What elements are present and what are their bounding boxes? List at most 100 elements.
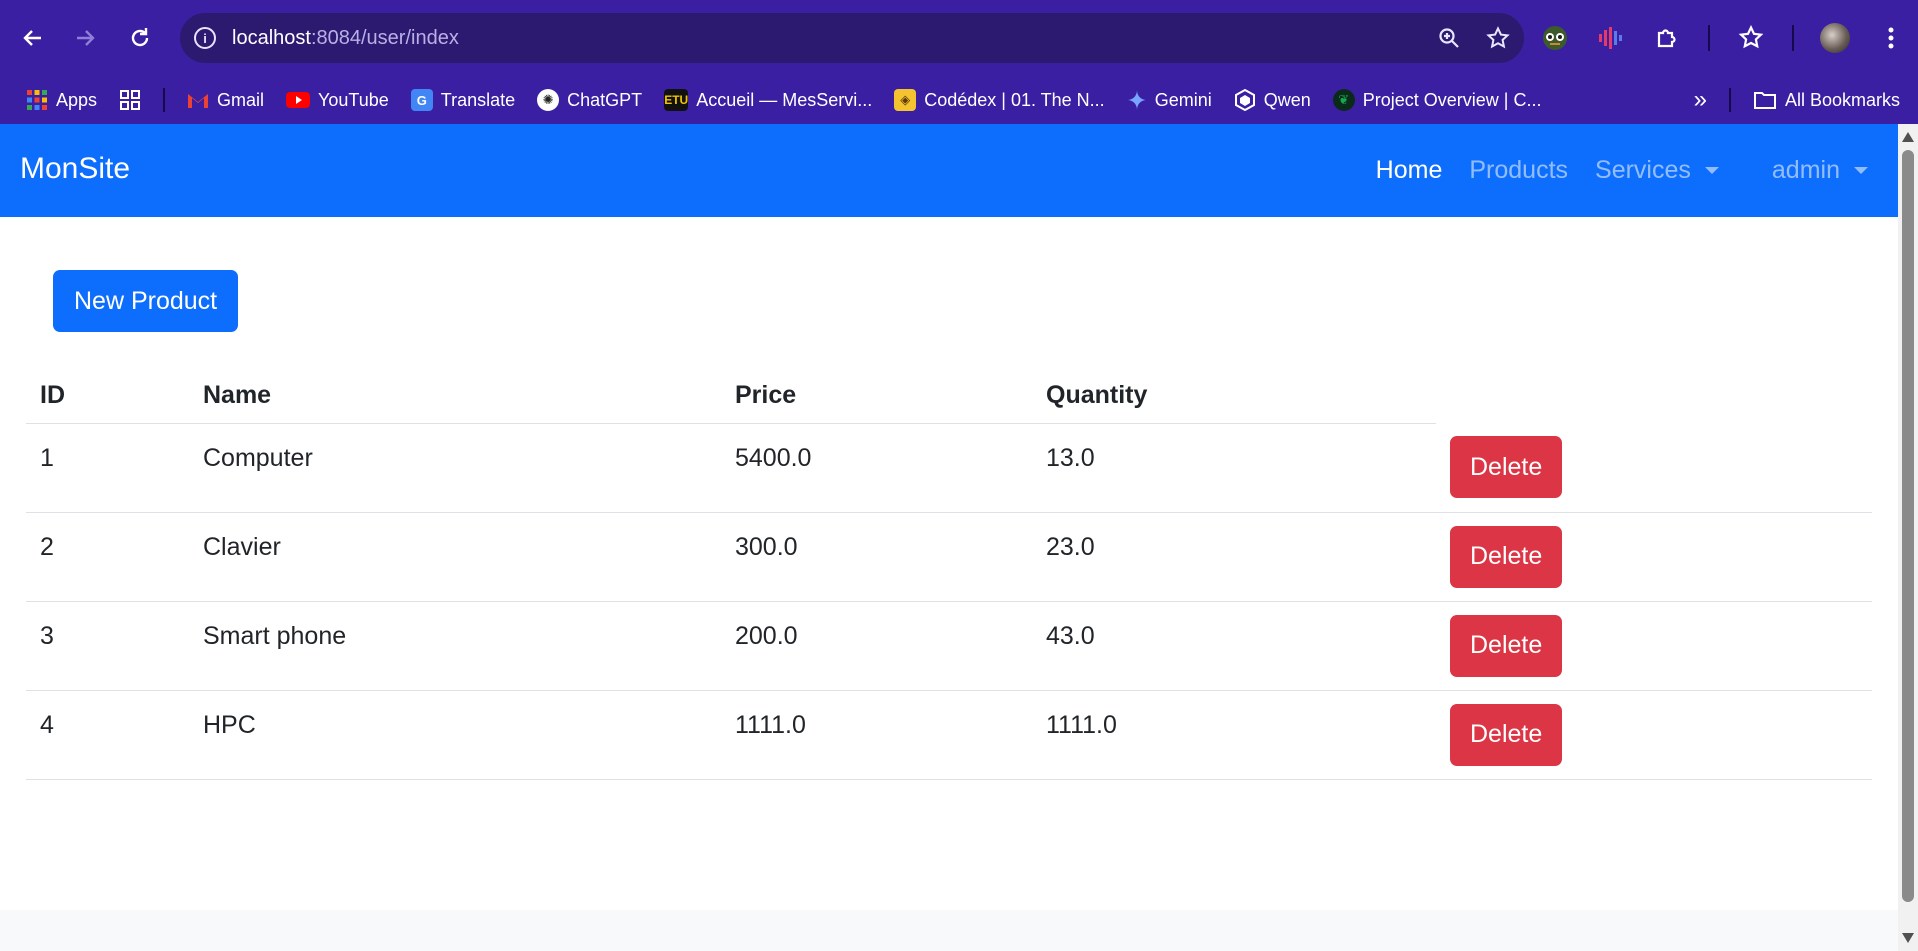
column-header-actions	[1436, 368, 1872, 423]
reading-list-star-icon[interactable]	[1736, 23, 1766, 53]
column-header-name: Name	[189, 368, 721, 424]
qwen-icon	[1234, 89, 1255, 111]
delete-button[interactable]: Delete	[1450, 614, 1563, 677]
bookmark-chatgpt[interactable]: ✺ ChatGPT	[537, 89, 642, 111]
bookmark-label: ChatGPT	[567, 89, 643, 110]
bookmark-label: Project Overview | C...	[1362, 89, 1542, 110]
cell-quantity: 23.0	[1032, 512, 1436, 602]
browser-toolbar: i localhost:8084/user/index	[0, 0, 1918, 76]
bookmark-label: Translate	[440, 89, 516, 110]
bookmark-apps[interactable]: Apps	[26, 89, 97, 111]
navbar-brand[interactable]: MonSite	[20, 152, 130, 186]
nav-user-dropdown[interactable]: admin	[1772, 156, 1868, 185]
toolbar-separator	[1708, 25, 1710, 51]
nav-products[interactable]: Products	[1469, 156, 1568, 185]
bookmark-translate[interactable]: G Translate	[410, 89, 516, 111]
reload-button[interactable]	[122, 20, 158, 56]
cell-price: 200.0	[721, 601, 1032, 691]
url-host: localhost	[232, 26, 311, 49]
table-row: 2 Clavier 300.0 23.0 Delete	[26, 512, 1872, 602]
profile-avatar[interactable]	[1820, 23, 1850, 53]
bookmark-label: Qwen	[1263, 89, 1311, 110]
column-header-quantity: Quantity	[1032, 368, 1436, 424]
bookmark-codedex[interactable]: ◈ Codédex | 01. The N...	[894, 89, 1105, 111]
more-bookmarks-chevron-icon[interactable]: »	[1694, 86, 1707, 114]
bookmark-label: Codédex | 01. The N...	[924, 89, 1105, 110]
cell-name: Clavier	[189, 512, 721, 602]
extension-audio-icon[interactable]	[1596, 23, 1626, 53]
zoom-icon[interactable]	[1438, 27, 1460, 49]
bookmark-youtube[interactable]: YouTube	[286, 90, 389, 111]
apps-grid-icon	[27, 90, 47, 110]
bookmarks-separator	[1728, 88, 1731, 112]
bookmark-etu[interactable]: ETU Accueil — MesServi...	[664, 89, 872, 111]
gemini-icon	[1126, 90, 1147, 110]
cell-quantity: 43.0	[1032, 601, 1436, 691]
address-bar[interactable]: i localhost:8084/user/index	[180, 13, 1524, 63]
chatgpt-icon: ✺	[537, 89, 560, 111]
nav-user-label: admin	[1771, 156, 1840, 184]
cell-quantity: 13.0	[1032, 423, 1436, 513]
chevron-down-icon	[1854, 167, 1868, 174]
cell-price: 5400.0	[721, 423, 1032, 513]
bookmark-label: YouTube	[318, 89, 389, 110]
page-footer	[0, 910, 1898, 951]
toolbar-separator	[1792, 25, 1794, 51]
bookmark-gemini[interactable]: Gemini	[1126, 89, 1212, 111]
url-path: :8084/user/index	[310, 26, 459, 49]
etu-icon: ETU	[664, 89, 689, 111]
new-product-button[interactable]: New Product	[53, 270, 239, 332]
forward-arrow-icon	[77, 30, 95, 46]
table-row: 4 HPC 1111.0 1111.0 Delete	[26, 690, 1872, 780]
bookmark-label: Apps	[56, 89, 98, 110]
column-header-id: ID	[26, 368, 189, 424]
cell-price: 1111.0	[721, 690, 1032, 780]
scroll-up-icon[interactable]	[1902, 132, 1914, 142]
cell-actions: Delete	[1436, 690, 1872, 780]
cell-actions: Delete	[1436, 601, 1872, 691]
scroll-down-icon[interactable]	[1902, 933, 1914, 943]
page-scrollbar[interactable]	[1898, 124, 1918, 951]
forward-button[interactable]	[67, 20, 103, 56]
back-button[interactable]	[15, 20, 51, 56]
bookmark-project-overview[interactable]: ❦ Project Overview | C...	[1332, 89, 1542, 111]
scrollbar-thumb[interactable]	[1902, 150, 1914, 902]
nav-services-dropdown[interactable]: Services	[1595, 156, 1719, 185]
cell-id: 3	[26, 601, 189, 691]
delete-button[interactable]: Delete	[1450, 436, 1563, 498]
cell-actions: Delete	[1436, 423, 1872, 513]
translate-icon: G	[410, 89, 433, 111]
browser-menu-icon[interactable]	[1876, 23, 1906, 53]
reload-icon	[131, 28, 149, 47]
chevron-down-icon	[1704, 167, 1719, 174]
back-arrow-icon	[23, 30, 41, 46]
all-bookmarks-button[interactable]: All Bookmarks	[1753, 90, 1900, 111]
bookmark-tab-groups[interactable]	[119, 89, 141, 111]
bookmark-label: Accueil — MesServi...	[696, 89, 873, 110]
nav-services-label: Services	[1595, 156, 1691, 184]
products-table: ID Name Price Quantity 1 Computer 5400.0…	[26, 368, 1872, 780]
all-bookmarks-label: All Bookmarks	[1784, 89, 1900, 110]
bookmark-star-icon[interactable]	[1486, 26, 1510, 50]
cell-name: HPC	[189, 690, 721, 780]
youtube-icon	[286, 92, 311, 108]
bookmark-gmail[interactable]: Gmail	[187, 90, 264, 111]
nav-home[interactable]: Home	[1376, 156, 1443, 185]
cell-name: Computer	[189, 423, 721, 513]
extensions-puzzle-icon[interactable]	[1652, 23, 1682, 53]
column-header-price: Price	[721, 368, 1032, 424]
site-info-icon[interactable]: i	[180, 13, 230, 63]
delete-button[interactable]: Delete	[1450, 525, 1563, 588]
bookmark-qwen[interactable]: Qwen	[1234, 89, 1311, 111]
bookmarks-separator	[163, 88, 166, 112]
cell-price: 300.0	[721, 512, 1032, 602]
bookmark-label: Gemini	[1154, 89, 1212, 110]
cell-name: Smart phone	[189, 601, 721, 691]
url-text[interactable]: localhost:8084/user/index	[230, 27, 459, 50]
navbar-links: Home Products Services admin	[1349, 124, 1868, 217]
delete-button[interactable]: Delete	[1450, 703, 1563, 766]
cell-id: 2	[26, 512, 189, 602]
codedex-icon: ◈	[894, 89, 917, 111]
table-row: 3 Smart phone 200.0 43.0 Delete	[26, 601, 1872, 691]
extension-glasses-icon[interactable]	[1540, 23, 1570, 53]
